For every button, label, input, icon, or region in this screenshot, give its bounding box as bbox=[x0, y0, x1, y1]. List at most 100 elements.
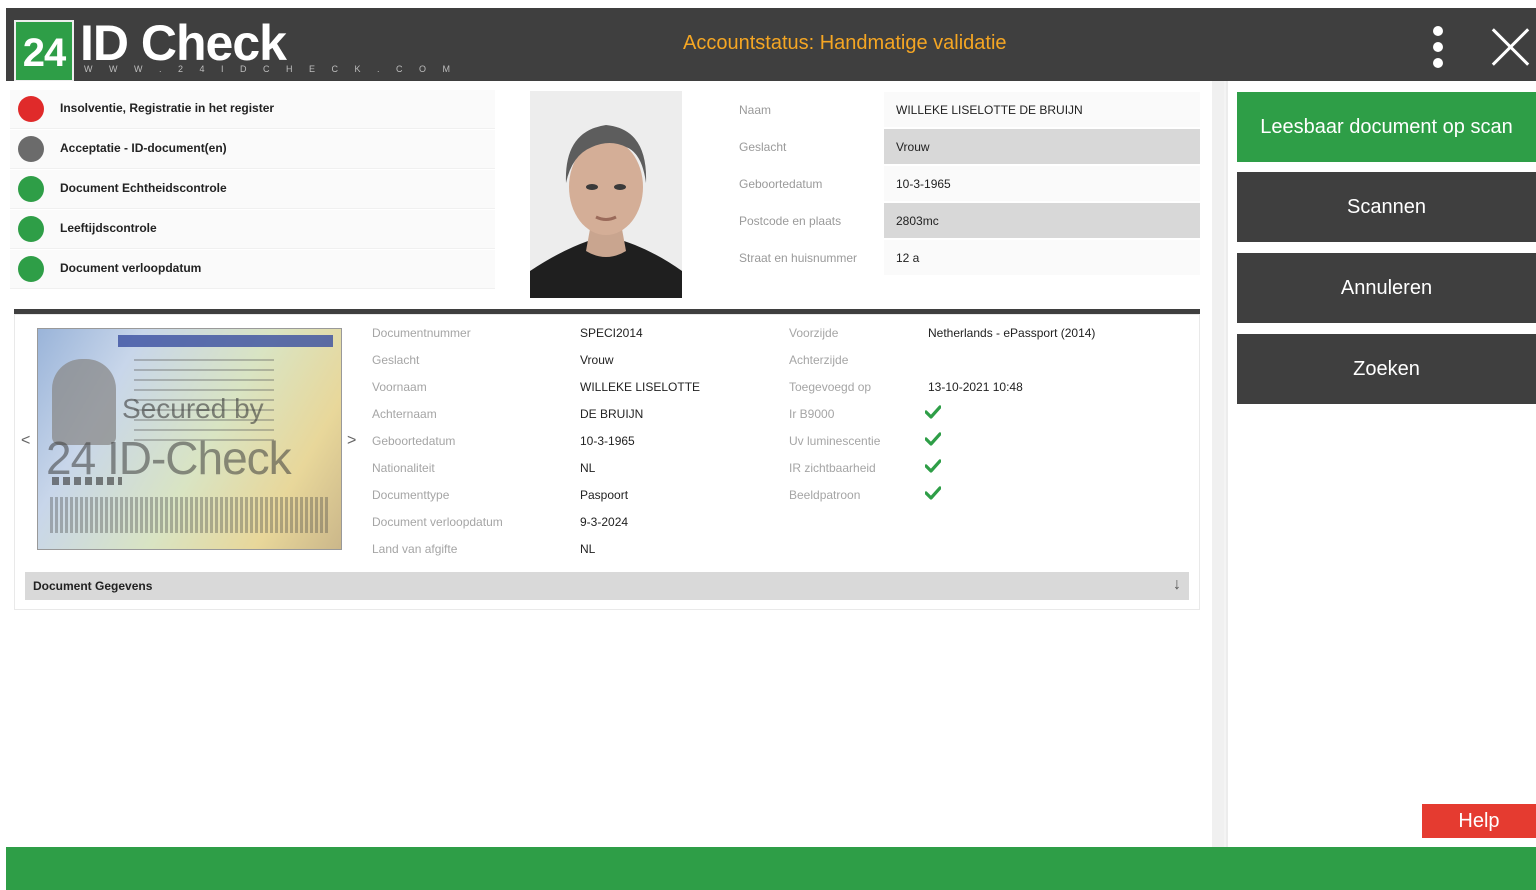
person-row-gender: Geslacht Vrouw bbox=[728, 128, 1200, 165]
doc-row: Achterzijde bbox=[789, 348, 1189, 375]
doc-row: Nationaliteit NL bbox=[372, 456, 772, 483]
check-mark-icon bbox=[925, 459, 941, 473]
gender-value: Vrouw bbox=[884, 129, 1200, 164]
field-label: Voornaam bbox=[372, 380, 427, 394]
field-label: Land van afgifte bbox=[372, 542, 458, 556]
check-item-insolvency: Insolventie, Registratie in het register bbox=[10, 90, 495, 129]
field-label: Geslacht bbox=[739, 140, 787, 154]
document-fields: Documentnummer SPECI2014 Geslacht Vrouw Vo… bbox=[372, 321, 772, 564]
status-dot-icon bbox=[18, 256, 44, 282]
field-label: Document verloopdatum bbox=[372, 515, 503, 529]
status-dot-icon bbox=[18, 96, 44, 122]
app-header: 24 ID Check W W W . 2 4 I D C H E C K . … bbox=[6, 8, 1536, 82]
check-label: Leeftijdscontrole bbox=[60, 221, 157, 235]
arrow-down-icon[interactable]: ↓ bbox=[1173, 576, 1181, 594]
logo-url: W W W . 2 4 I D C H E C K . C O M bbox=[84, 64, 458, 74]
doc-row: Uv luminescentie bbox=[789, 429, 1189, 456]
field-label: Achternaam bbox=[372, 407, 437, 421]
person-row-postcode: Postcode en plaats 2803mc bbox=[728, 202, 1200, 239]
field-value: NL bbox=[580, 542, 596, 556]
check-item-authenticity: Document Echtheidscontrole bbox=[10, 170, 495, 209]
field-label: Geboortedatum bbox=[372, 434, 456, 448]
birthdate-value: 10-3-1965 bbox=[884, 166, 1200, 201]
check-mark-icon bbox=[925, 405, 941, 419]
doc-row: Ir B9000 bbox=[789, 402, 1189, 429]
doc-row: Toegevoegd op 13-10-2021 10:48 bbox=[789, 375, 1189, 402]
person-details: Naam WILLEKE LISELOTTE DE BRUIJN Geslach… bbox=[728, 91, 1200, 276]
field-label: Ir B9000 bbox=[789, 407, 835, 421]
field-value: WILLEKE LISELOTTE bbox=[580, 380, 701, 394]
field-value: Paspoort bbox=[580, 488, 629, 502]
check-item-acceptance: Acceptatie - ID-document(en) bbox=[10, 130, 495, 169]
document-verification: Voorzijde Netherlands - ePassport (2014) … bbox=[789, 321, 1189, 510]
status-dot-icon bbox=[18, 136, 44, 162]
doc-row: Geboortedatum 10-3-1965 bbox=[372, 429, 772, 456]
document-details-expander[interactable]: Document Gegevens ↓ bbox=[25, 572, 1189, 600]
field-value: SPECI2014 bbox=[580, 326, 643, 340]
street-value: 12 a bbox=[884, 240, 1200, 275]
prev-document-button[interactable]: < bbox=[21, 432, 30, 450]
field-label: Postcode en plaats bbox=[739, 214, 842, 228]
field-label: Uv luminescentie bbox=[789, 434, 881, 448]
doc-row: IR zichtbaarheid bbox=[789, 456, 1189, 483]
check-label: Acceptatie - ID-document(en) bbox=[60, 141, 227, 155]
field-value: 10-3-1965 bbox=[580, 434, 635, 448]
check-label: Insolventie, Registratie in het register bbox=[60, 101, 275, 115]
watermark-logo: 24 ID-Check bbox=[46, 432, 292, 484]
field-value: Vrouw bbox=[580, 353, 614, 367]
field-label: Geslacht bbox=[372, 353, 420, 367]
field-label: Beeldpatroon bbox=[789, 488, 861, 502]
status-dot-icon bbox=[18, 216, 44, 242]
cancel-button[interactable]: Annuleren bbox=[1237, 253, 1536, 323]
close-icon[interactable] bbox=[1490, 26, 1530, 66]
scan-button[interactable]: Scannen bbox=[1237, 172, 1536, 242]
field-label: Toegevoegd op bbox=[789, 380, 872, 394]
check-item-expiry: Document verloopdatum bbox=[10, 250, 495, 289]
check-list: Insolventie, Registratie in het register… bbox=[10, 90, 495, 290]
doc-row: Documentnummer SPECI2014 bbox=[372, 321, 772, 348]
logo-badge: 24 bbox=[14, 20, 74, 82]
more-options-icon[interactable] bbox=[1426, 26, 1450, 74]
status-footer bbox=[6, 847, 1536, 890]
check-label: Document Echtheidscontrole bbox=[60, 181, 227, 195]
expander-label: Document Gegevens bbox=[33, 579, 153, 593]
account-status: Accountstatus: Handmatige validatie bbox=[683, 32, 1007, 54]
doc-row: Document verloopdatum 9-3-2024 bbox=[372, 510, 772, 537]
search-button[interactable]: Zoeken bbox=[1237, 334, 1536, 404]
field-label: Naam bbox=[739, 103, 772, 117]
field-label: Documenttype bbox=[372, 488, 450, 502]
check-item-age: Leeftijdscontrole bbox=[10, 210, 495, 249]
check-mark-icon bbox=[925, 432, 941, 446]
doc-row: Land van afgifte NL bbox=[372, 537, 772, 564]
field-label: IR zichtbaarheid bbox=[789, 461, 876, 475]
doc-row: Voornaam WILLEKE LISELOTTE bbox=[372, 375, 772, 402]
field-label: Straat en huisnummer bbox=[739, 251, 858, 265]
field-label: Achterzijde bbox=[789, 353, 849, 367]
doc-row: Documenttype Paspoort bbox=[372, 483, 772, 510]
doc-row: Geslacht Vrouw bbox=[372, 348, 772, 375]
watermark-text: Secured by bbox=[122, 393, 264, 424]
help-button[interactable]: Help bbox=[1422, 804, 1536, 838]
field-label: Documentnummer bbox=[372, 326, 471, 340]
field-label: Voorzijde bbox=[789, 326, 839, 340]
field-value: 13-10-2021 10:48 bbox=[928, 380, 1023, 394]
main-scrollbar[interactable] bbox=[1212, 81, 1224, 847]
field-label: Geboortedatum bbox=[739, 177, 823, 191]
status-dot-icon bbox=[18, 176, 44, 202]
field-label: Nationaliteit bbox=[372, 461, 435, 475]
doc-row: Beeldpatroon bbox=[789, 483, 1189, 510]
check-mark-icon bbox=[925, 486, 941, 500]
person-row-name: Naam WILLEKE LISELOTTE DE BRUIJN bbox=[728, 91, 1200, 128]
doc-row: Voorzijde Netherlands - ePassport (2014) bbox=[789, 321, 1189, 348]
check-label: Document verloopdatum bbox=[60, 261, 202, 275]
field-value: Netherlands - ePassport (2014) bbox=[928, 326, 1096, 340]
person-row-street: Straat en huisnummer 12 a bbox=[728, 239, 1200, 276]
name-value: WILLEKE LISELOTTE DE BRUIJN bbox=[884, 92, 1200, 127]
person-row-birthdate: Geboortedatum 10-3-1965 bbox=[728, 165, 1200, 202]
document-scan-image[interactable]: Secured by 24 ID-Check bbox=[37, 328, 342, 550]
readable-document-button[interactable]: Leesbaar document op scan bbox=[1237, 92, 1536, 162]
field-value: NL bbox=[580, 461, 596, 475]
next-document-button[interactable]: > bbox=[347, 432, 356, 450]
field-value: 9-3-2024 bbox=[580, 515, 629, 529]
doc-row: Achternaam DE BRUIJN bbox=[372, 402, 772, 429]
